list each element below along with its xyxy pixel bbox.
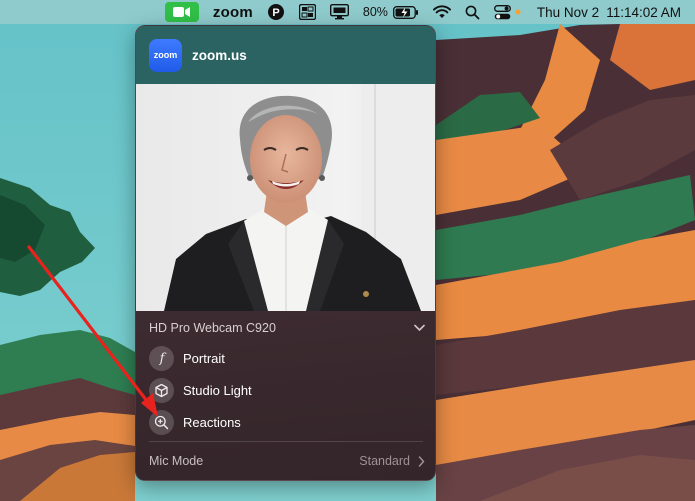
display-monitor-icon[interactable] [329, 0, 349, 24]
mic-in-use-dot-icon [515, 9, 521, 15]
wifi-icon[interactable] [432, 0, 451, 24]
effect-label: Portrait [183, 350, 225, 366]
chevron-down-icon[interactable] [414, 324, 425, 332]
effect-reactions[interactable]: Reactions [149, 408, 425, 436]
menu-time[interactable]: 11:14:02 AM [606, 0, 681, 24]
hook-p-icon[interactable]: P [267, 0, 285, 24]
divider [149, 441, 423, 442]
menu-date[interactable]: Thu Nov 2 [537, 0, 599, 24]
f-aperture-icon: f [149, 345, 174, 371]
reactions-magnifier-icon [149, 409, 174, 435]
search-icon[interactable] [465, 0, 480, 24]
camera-selector[interactable]: HD Pro Webcam C920 [149, 318, 425, 338]
effect-label: Reactions [183, 414, 241, 430]
mic-mode-label: Mic Mode [149, 454, 204, 468]
battery-charging-icon [392, 5, 418, 19]
svg-text:f: f [158, 352, 166, 366]
camera-preview [136, 84, 435, 311]
effect-portrait[interactable]: f Portrait [149, 344, 425, 372]
effect-label: Studio Light [183, 382, 252, 398]
zoom-menu-popup: zoom zoom.us HD Pro Webcam C920 f Portra… [135, 25, 436, 481]
grid-app-icon[interactable] [298, 0, 316, 24]
mic-mode-value: Standard [359, 454, 410, 468]
app-name: zoom.us [192, 47, 247, 63]
svg-text:P: P [272, 7, 279, 19]
zoom-camera-icon[interactable] [164, 2, 199, 22]
cube-icon [149, 377, 174, 403]
menu-app-label[interactable]: zoom [213, 0, 253, 24]
battery-percent: 80% [362, 5, 388, 19]
popup-header: zoom zoom.us [136, 26, 435, 84]
effect-studio-light[interactable]: Studio Light [149, 376, 425, 404]
chevron-right-icon [418, 455, 425, 467]
control-center-icon[interactable] [493, 0, 521, 24]
mic-mode-row[interactable]: Mic Mode Standard [149, 452, 425, 470]
camera-preview-image [136, 84, 435, 311]
mic-mode-value-group: Standard [359, 454, 425, 468]
battery-status[interactable]: 80% [363, 0, 419, 24]
zoom-app-icon: zoom [149, 38, 182, 72]
menu-bar: zoom P 80% Thu Nov 2 11:14:02 AM [0, 0, 695, 24]
camera-name: HD Pro Webcam C920 [149, 321, 276, 335]
